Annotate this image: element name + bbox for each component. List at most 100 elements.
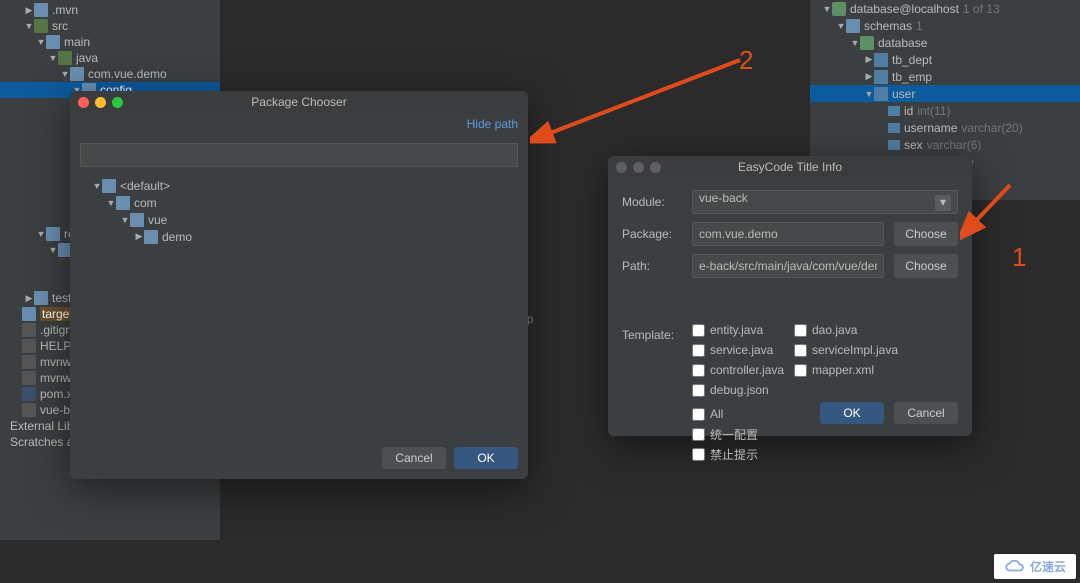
chevron-icon[interactable] bbox=[864, 89, 874, 99]
tree-label: java bbox=[76, 51, 98, 65]
folder-icon bbox=[46, 35, 60, 49]
tree-label: id bbox=[904, 104, 913, 118]
pkg-item[interactable]: demo bbox=[80, 228, 518, 245]
chevron-icon[interactable] bbox=[120, 215, 130, 225]
hide-path-link[interactable]: Hide path bbox=[70, 113, 528, 135]
chevron-icon[interactable] bbox=[24, 5, 34, 16]
choose-package-button[interactable]: Choose bbox=[894, 222, 958, 246]
db-item[interactable]: idint(11) bbox=[810, 102, 1080, 119]
project-item[interactable]: main bbox=[0, 34, 220, 50]
cancel-button[interactable]: Cancel bbox=[894, 402, 958, 424]
cancel-button[interactable]: Cancel bbox=[382, 447, 446, 469]
chevron-icon[interactable] bbox=[836, 21, 846, 31]
template-checkbox[interactable]: controller.java bbox=[692, 360, 794, 380]
checkbox-input[interactable] bbox=[692, 448, 705, 461]
template-checkbox[interactable]: entity.java bbox=[692, 320, 794, 340]
chevron-icon[interactable] bbox=[134, 231, 144, 242]
template-checkbox[interactable]: service.java bbox=[692, 340, 794, 360]
db-item[interactable]: sexvarchar(6) bbox=[810, 136, 1080, 153]
chevron-icon[interactable] bbox=[864, 54, 874, 65]
annotation-marker-2: 2 bbox=[739, 45, 753, 76]
template-checkbox[interactable]: debug.json bbox=[692, 380, 794, 400]
chevron-icon[interactable] bbox=[24, 293, 34, 304]
ok-button[interactable]: OK bbox=[820, 402, 884, 424]
titlebar: EasyCode Title Info bbox=[608, 156, 972, 178]
checkbox-input[interactable] bbox=[692, 324, 705, 337]
chevron-icon[interactable] bbox=[92, 181, 102, 191]
easycode-dialog: EasyCode Title Info Module: vue-back Pac… bbox=[608, 156, 972, 436]
db-icon bbox=[832, 2, 846, 16]
project-item[interactable]: java bbox=[0, 50, 220, 66]
checkbox-input[interactable] bbox=[692, 408, 705, 421]
template-checkbox[interactable]: All bbox=[692, 404, 772, 424]
tree-label: tb_emp bbox=[892, 70, 932, 84]
cloud-icon bbox=[1004, 560, 1026, 574]
folder-icon bbox=[34, 291, 48, 305]
choose-path-button[interactable]: Choose bbox=[894, 254, 958, 278]
template-checkbox[interactable]: mapper.xml bbox=[794, 360, 896, 380]
package-path-input[interactable] bbox=[80, 143, 518, 167]
chevron-icon[interactable] bbox=[822, 4, 832, 14]
chevron-icon[interactable] bbox=[864, 71, 874, 82]
checkbox-label: dao.java bbox=[812, 323, 857, 337]
count-label: 1 bbox=[916, 19, 923, 33]
chevron-icon[interactable] bbox=[24, 21, 34, 31]
db-item[interactable]: tb_dept bbox=[810, 51, 1080, 68]
pkg-item[interactable]: com bbox=[80, 194, 518, 211]
chevron-icon[interactable] bbox=[60, 69, 70, 79]
folder-src-icon bbox=[34, 19, 48, 33]
checkbox-input[interactable] bbox=[794, 344, 807, 357]
db-item[interactable]: tb_emp bbox=[810, 68, 1080, 85]
checkbox-input[interactable] bbox=[692, 428, 705, 441]
db-item[interactable]: usernamevarchar(20) bbox=[810, 119, 1080, 136]
ok-button[interactable]: OK bbox=[454, 447, 518, 469]
checkbox-label: 禁止提示 bbox=[710, 446, 758, 463]
db-item[interactable]: database bbox=[810, 34, 1080, 51]
pkg-item[interactable]: vue bbox=[80, 211, 518, 228]
package-tree[interactable]: <default>com vuedemo bbox=[80, 173, 518, 249]
pkg-item[interactable]: <default> bbox=[80, 177, 518, 194]
folder-icon bbox=[22, 307, 36, 321]
titlebar: Package Chooser bbox=[70, 91, 528, 113]
template-checkbox[interactable]: 统一配置 bbox=[692, 424, 772, 444]
folder-icon bbox=[102, 179, 116, 193]
db-item[interactable]: user bbox=[810, 85, 1080, 102]
checkbox-input[interactable] bbox=[692, 364, 705, 377]
checkbox-input[interactable] bbox=[692, 384, 705, 397]
path-label: Path: bbox=[622, 259, 682, 273]
db-item[interactable]: database@localhost1 of 13 bbox=[810, 0, 1080, 17]
tree-label: vue bbox=[148, 213, 167, 227]
chevron-icon[interactable] bbox=[48, 53, 58, 63]
xml-icon bbox=[22, 387, 36, 401]
chevron-icon[interactable] bbox=[106, 198, 116, 208]
project-item[interactable]: src bbox=[0, 18, 220, 34]
checkbox-input[interactable] bbox=[692, 344, 705, 357]
package-input[interactable] bbox=[692, 222, 884, 246]
template-label: Template: bbox=[622, 328, 682, 342]
file-icon bbox=[22, 355, 36, 369]
tree-label: schemas bbox=[864, 19, 912, 33]
dialog-title: EasyCode Title Info bbox=[608, 160, 972, 174]
template-checkbox[interactable]: dao.java bbox=[794, 320, 896, 340]
chevron-icon[interactable] bbox=[850, 38, 860, 48]
table-icon bbox=[874, 87, 888, 101]
watermark: 亿速云 bbox=[994, 554, 1076, 579]
tree-label: main bbox=[64, 35, 90, 49]
db-icon bbox=[860, 36, 874, 50]
module-select[interactable]: vue-back bbox=[692, 190, 958, 214]
path-input[interactable] bbox=[692, 254, 884, 278]
template-checkbox[interactable]: serviceImpl.java bbox=[794, 340, 896, 360]
checkbox-label: controller.java bbox=[710, 363, 784, 377]
col-icon bbox=[888, 106, 900, 116]
project-item[interactable]: com.vue.demo bbox=[0, 66, 220, 82]
file-icon bbox=[22, 371, 36, 385]
chevron-icon[interactable] bbox=[36, 37, 46, 47]
file-icon bbox=[22, 339, 36, 353]
template-checkbox[interactable]: 禁止提示 bbox=[692, 444, 772, 464]
chevron-icon[interactable] bbox=[36, 229, 46, 239]
db-item[interactable]: schemas 1 bbox=[810, 17, 1080, 34]
checkbox-input[interactable] bbox=[794, 364, 807, 377]
checkbox-input[interactable] bbox=[794, 324, 807, 337]
chevron-icon[interactable] bbox=[48, 245, 58, 255]
project-item[interactable]: .mvn bbox=[0, 2, 220, 18]
